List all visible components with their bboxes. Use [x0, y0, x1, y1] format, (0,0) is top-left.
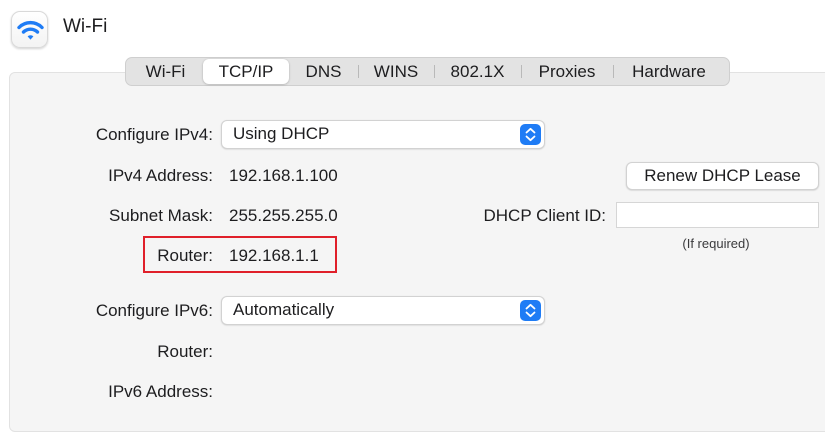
subnet-mask-label: Subnet Mask:: [109, 206, 213, 225]
tab-8021x[interactable]: 802.1X: [434, 59, 521, 84]
renew-dhcp-lease-button[interactable]: Renew DHCP Lease: [626, 162, 819, 190]
tab-proxies[interactable]: Proxies: [521, 59, 613, 84]
configure-ipv4-select[interactable]: Using DHCP: [221, 120, 545, 149]
configure-ipv4-label: Configure IPv4:: [95, 125, 213, 144]
configure-ipv6-select[interactable]: Automatically: [221, 296, 545, 325]
ipv6-address-label: IPv6 Address:: [108, 382, 213, 401]
chevron-updown-icon: [520, 124, 541, 145]
ipv6-router-label: Router:: [157, 342, 213, 361]
tab-bar: Wi-Fi TCP/IP DNS WINS 802.1X Proxies Har…: [125, 57, 730, 86]
subnet-mask-value: 255.255.255.0: [229, 206, 338, 225]
tab-tcpip[interactable]: TCP/IP: [203, 59, 289, 84]
tab-dns[interactable]: DNS: [289, 59, 358, 84]
ipv4-address-value: 192.168.1.100: [229, 166, 338, 185]
configure-ipv4-value: Using DHCP: [233, 124, 330, 143]
ipv4-address-label: IPv4 Address:: [108, 166, 213, 185]
dhcp-client-id-field[interactable]: [616, 202, 819, 228]
chevron-updown-icon: [520, 300, 541, 321]
wifi-icon: [17, 20, 44, 40]
dhcp-client-id-hint: (If required): [682, 236, 750, 251]
wifi-app-icon: [11, 11, 48, 48]
dhcp-client-id-label: DHCP Client ID:: [483, 206, 607, 225]
window-title: Wi-Fi: [63, 16, 108, 37]
tab-hardware[interactable]: Hardware: [613, 59, 725, 84]
tab-wins[interactable]: WINS: [358, 59, 434, 84]
router-highlight-box: [143, 236, 337, 273]
tab-wifi[interactable]: Wi-Fi: [128, 59, 203, 84]
configure-ipv6-label: Configure IPv6:: [95, 301, 213, 320]
configure-ipv6-value: Automatically: [233, 300, 335, 319]
